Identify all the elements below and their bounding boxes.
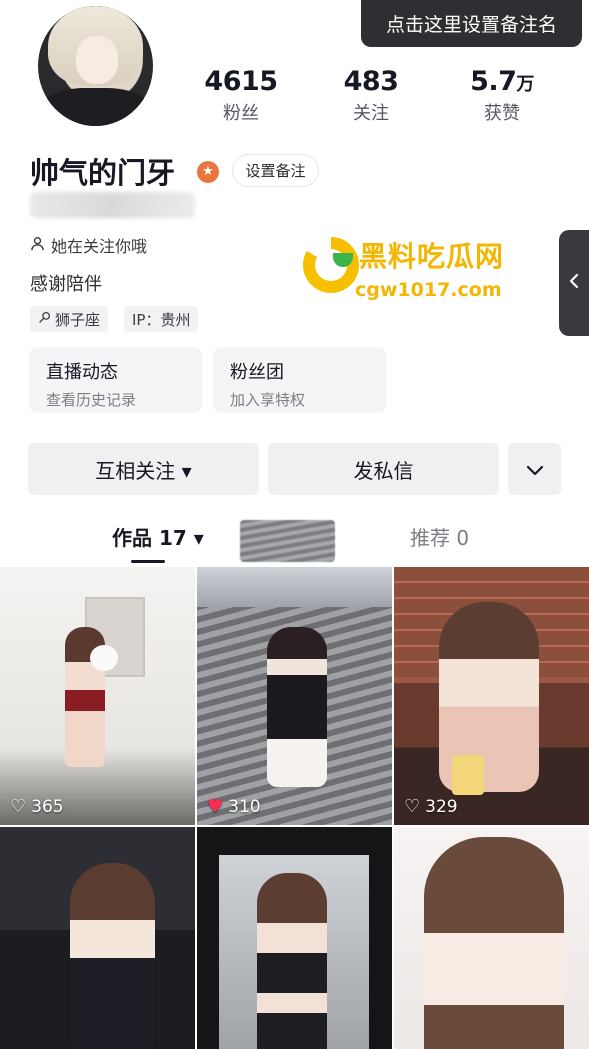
- stat-label: 关注: [353, 103, 389, 124]
- tag-label: IP：贵州: [132, 310, 191, 329]
- tab-recommend[interactable]: 推荐 0: [410, 522, 469, 551]
- set-remark-name-button[interactable]: 点击这里设置备注名: [361, 0, 582, 47]
- mutual-follow-button[interactable]: 互相关注 ▾: [28, 443, 259, 495]
- like-count: ♡ 329: [404, 796, 458, 817]
- heart-outline-icon: ♡: [404, 796, 421, 817]
- watermark-logo-icon: [303, 237, 359, 293]
- sky-shape: [197, 567, 392, 607]
- profile-bio: 感谢陪伴: [30, 274, 102, 295]
- fan-club-card[interactable]: 粉丝团 加入享特权: [213, 347, 386, 413]
- chevron-down-icon: [526, 457, 544, 481]
- video-thumbnail[interactable]: ♥ 310: [197, 567, 392, 825]
- blurred-account-id: [30, 192, 195, 218]
- video-thumbnail[interactable]: [197, 827, 392, 1049]
- heart-outline-icon: ♡: [10, 796, 27, 817]
- send-message-button[interactable]: 发私信: [268, 443, 499, 495]
- like-count: ♡ 365: [10, 796, 64, 817]
- stat-value: 5.7万: [470, 66, 534, 97]
- set-note-button[interactable]: 设置备注: [232, 154, 319, 187]
- live-activity-card[interactable]: 直播动态 查看历史记录: [29, 347, 202, 413]
- heart-filled-icon: ♥: [207, 796, 224, 817]
- follow-hint: 她在关注你哦: [30, 233, 147, 257]
- tab-works[interactable]: 作品 17 ▾: [112, 522, 204, 551]
- person-shape: [424, 837, 564, 1049]
- stat-label: 粉丝: [223, 103, 259, 124]
- follow-hint-text: 她在关注你哦: [51, 237, 148, 256]
- chevron-left-icon: [567, 271, 581, 296]
- plush-shape: [90, 645, 118, 671]
- person-shape: [257, 873, 327, 1049]
- stat-value: 483: [343, 66, 399, 97]
- video-thumbnail[interactable]: ♡ 365: [0, 567, 195, 825]
- tab-works-underline: [131, 560, 165, 563]
- avatar-body: [38, 88, 153, 126]
- drink-shape: [452, 755, 484, 795]
- stat-value: 4615: [204, 66, 278, 97]
- zodiac-icon: [38, 310, 51, 328]
- avatar[interactable]: [38, 6, 153, 126]
- tag-ip: IP：贵州: [124, 306, 199, 332]
- card-title: 直播动态: [46, 362, 118, 383]
- watermark-title: 黑料吃瓜网: [359, 240, 505, 273]
- card-subtitle: 加入享特权: [230, 391, 306, 409]
- side-drawer-toggle[interactable]: [559, 230, 589, 336]
- star-badge-icon: ★: [197, 161, 219, 183]
- person-icon: [30, 236, 45, 255]
- stat-following[interactable]: 483 关注: [316, 66, 426, 125]
- card-subtitle: 查看历史记录: [46, 391, 137, 409]
- card-title: 粉丝团: [230, 362, 284, 383]
- tag-zodiac: 狮子座: [30, 306, 109, 332]
- avatar-face: [76, 36, 118, 84]
- stat-followers[interactable]: 4615 粉丝: [186, 66, 296, 125]
- watermark-url: cgw1017.com: [355, 279, 502, 301]
- stat-label: 获赞: [484, 103, 520, 124]
- person-shape: [70, 863, 155, 1049]
- video-thumbnail[interactable]: [0, 827, 195, 1049]
- blurred-thumbnail: [240, 520, 335, 562]
- watermark: 黑料吃瓜网 cgw1017.com: [303, 235, 513, 305]
- video-thumbnail[interactable]: ♡ 329: [394, 567, 589, 825]
- person-shape: [267, 627, 327, 787]
- profile-name: 帅气的门牙: [30, 156, 176, 190]
- video-thumbnail[interactable]: [394, 827, 589, 1049]
- video-grid: ♡ 365 ♥ 310 ♡ 329: [0, 567, 589, 1049]
- tag-label: 狮子座: [55, 310, 101, 329]
- more-recommend-button[interactable]: [508, 443, 561, 495]
- like-count: ♥ 310: [207, 796, 261, 817]
- stat-likes[interactable]: 5.7万 获赞: [447, 66, 557, 125]
